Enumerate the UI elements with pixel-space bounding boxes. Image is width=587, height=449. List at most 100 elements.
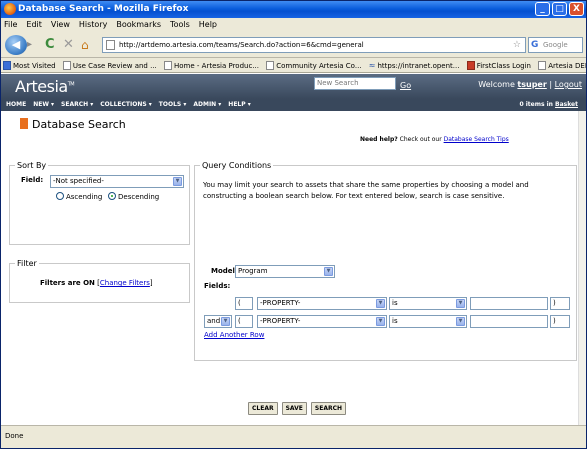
- bookmark-item[interactable]: Most Visited: [3, 59, 56, 72]
- basket-status: 0 items in Basket: [519, 99, 578, 111]
- wave-icon: ≈: [368, 61, 376, 70]
- open-paren-field[interactable]: (: [235, 315, 253, 328]
- nav-help[interactable]: HELP ▾: [228, 99, 250, 111]
- browser-search-placeholder: Google: [543, 41, 568, 49]
- page-icon: [538, 61, 547, 70]
- chevron-down-icon: ▼: [324, 267, 333, 276]
- bookmark-star-icon[interactable]: ☆: [513, 38, 521, 52]
- user-link[interactable]: tsuper: [517, 80, 546, 89]
- page-icon: [62, 61, 71, 70]
- sort-field-label: Field:: [21, 176, 44, 184]
- query-conditions-panel: Query Conditions You may limit your sear…: [194, 161, 577, 361]
- descending-label: Descending: [118, 193, 160, 201]
- menu-edit[interactable]: Edit: [26, 18, 42, 32]
- browser-search-box[interactable]: G Google: [528, 37, 583, 53]
- operator-select[interactable]: is ▼: [389, 315, 467, 328]
- bookmark-label: Community Artesia Co...: [276, 62, 362, 70]
- help-text: Need help? Check out our Database Search…: [360, 136, 509, 143]
- nav-new[interactable]: NEW ▾: [33, 99, 54, 111]
- nav-search[interactable]: SEARCH ▾: [61, 99, 93, 111]
- operator-value: is: [392, 299, 398, 307]
- back-arrow-icon[interactable]: ◀: [5, 35, 27, 55]
- fields-label: Fields:: [204, 282, 231, 290]
- menu-help[interactable]: Help: [199, 18, 217, 32]
- address-url: http://artdemo.artesia.com/teams/Search.…: [119, 41, 364, 49]
- status-bar: Done: [1, 425, 586, 448]
- value-input[interactable]: [470, 315, 548, 328]
- bookmark-label: FirstClass Login: [476, 62, 531, 70]
- basket-count: 0 items in: [519, 101, 553, 108]
- sort-field-select[interactable]: -Not specified- ▼: [50, 175, 184, 188]
- close-paren-field[interactable]: ): [550, 297, 570, 310]
- query-conditions-title: Query Conditions: [200, 161, 274, 170]
- bookmark-label: Most Visited: [13, 62, 56, 70]
- sort-by-title: Sort By: [15, 161, 49, 170]
- bookmark-label: https://intranet.opent...: [377, 62, 460, 70]
- bookmark-item[interactable]: Home - Artesia Produc...: [164, 59, 259, 72]
- conjunction-select[interactable]: and ▼: [204, 315, 232, 328]
- nav-collections[interactable]: COLLECTIONS ▾: [100, 99, 152, 111]
- address-bar[interactable]: http://artdemo.artesia.com/teams/Search.…: [102, 37, 526, 53]
- search-button[interactable]: SEARCH: [310, 402, 347, 415]
- ascending-radio[interactable]: Ascending: [56, 192, 102, 201]
- descending-radio[interactable]: Descending: [108, 192, 159, 201]
- most-visited-icon: [3, 61, 11, 70]
- nav-admin[interactable]: ADMIN ▾: [193, 99, 221, 111]
- menu-file[interactable]: File: [4, 18, 17, 32]
- maximize-button[interactable]: □: [552, 2, 567, 16]
- separator: |: [549, 80, 553, 89]
- add-another-row-link[interactable]: Add Another Row: [204, 331, 264, 339]
- close-button[interactable]: X: [569, 2, 584, 16]
- bookmark-label: Use Case Review and ...: [72, 62, 157, 70]
- search-tips-link[interactable]: Database Search Tips: [444, 136, 509, 143]
- ascending-label: Ascending: [66, 193, 103, 201]
- logo-mark: TM: [67, 81, 75, 88]
- help-sentence: Check out our: [399, 136, 442, 143]
- page-icon: [164, 61, 173, 70]
- bookmark-item[interactable]: ≈ https://intranet.opent...: [368, 58, 460, 72]
- vertical-scrollbar[interactable]: [578, 111, 586, 425]
- sort-field-value: -Not specified-: [53, 177, 104, 185]
- home-icon[interactable]: ⌂: [81, 37, 95, 53]
- menu-bar: File Edit View History Bookmarks Tools H…: [1, 18, 586, 32]
- clear-button[interactable]: CLEAR: [248, 402, 278, 415]
- stop-icon[interactable]: ✕: [63, 37, 77, 53]
- bookmark-item[interactable]: FirstClass Login: [466, 59, 531, 72]
- value-input[interactable]: [470, 297, 548, 310]
- operator-select[interactable]: is ▼: [389, 297, 467, 310]
- property-select[interactable]: -PROPERTY- ▼: [257, 297, 387, 310]
- reload-icon[interactable]: C: [45, 37, 59, 53]
- bookmark-item[interactable]: Use Case Review and ...: [62, 59, 157, 72]
- title-bar: Database Search - Mozilla Firefox _ □ X: [1, 1, 586, 18]
- menu-bookmarks[interactable]: Bookmarks: [116, 18, 161, 32]
- bookmark-item[interactable]: Artesia DEMO: [538, 59, 586, 72]
- forward-arrow-icon[interactable]: ▸: [27, 38, 41, 52]
- go-link[interactable]: Go: [400, 81, 411, 90]
- open-paren-field[interactable]: (: [235, 297, 253, 310]
- menu-tools[interactable]: Tools: [170, 18, 190, 32]
- property-select[interactable]: -PROPERTY- ▼: [257, 315, 387, 328]
- menu-view[interactable]: View: [51, 18, 70, 32]
- new-search-input[interactable]: New Search: [314, 77, 396, 90]
- chevron-down-icon: ▼: [221, 317, 230, 326]
- logout-link[interactable]: Logout: [555, 80, 582, 89]
- artesia-logo[interactable]: ArtesiaTM: [15, 77, 75, 96]
- filter-panel: Filter Filters are ON [Change Filters]: [9, 259, 190, 303]
- bookmark-label: Home - Artesia Produc...: [174, 62, 259, 70]
- menu-history[interactable]: History: [79, 18, 107, 32]
- nav-tools[interactable]: TOOLS ▾: [159, 99, 187, 111]
- save-button[interactable]: SAVE: [281, 402, 307, 415]
- model-select[interactable]: Program ▼: [235, 265, 335, 278]
- bookmark-item[interactable]: Community Artesia Co...: [266, 59, 362, 72]
- nav-home[interactable]: HOME: [6, 99, 26, 111]
- chevron-down-icon: ▼: [376, 317, 385, 326]
- close-paren-field[interactable]: ): [550, 315, 570, 328]
- change-filters-link[interactable]: Change Filters: [100, 279, 150, 287]
- top-navigation: HOME NEW ▾ SEARCH ▾ COLLECTIONS ▾ TOOLS …: [1, 99, 586, 111]
- filter-status-text: Filters are ON: [40, 279, 95, 287]
- welcome-area: Welcome tsuper | Logout: [478, 80, 582, 89]
- basket-link[interactable]: Basket: [555, 101, 578, 108]
- minimize-button[interactable]: _: [535, 2, 550, 16]
- logo-text: Artesia: [15, 77, 68, 96]
- chevron-down-icon: ▼: [456, 317, 465, 326]
